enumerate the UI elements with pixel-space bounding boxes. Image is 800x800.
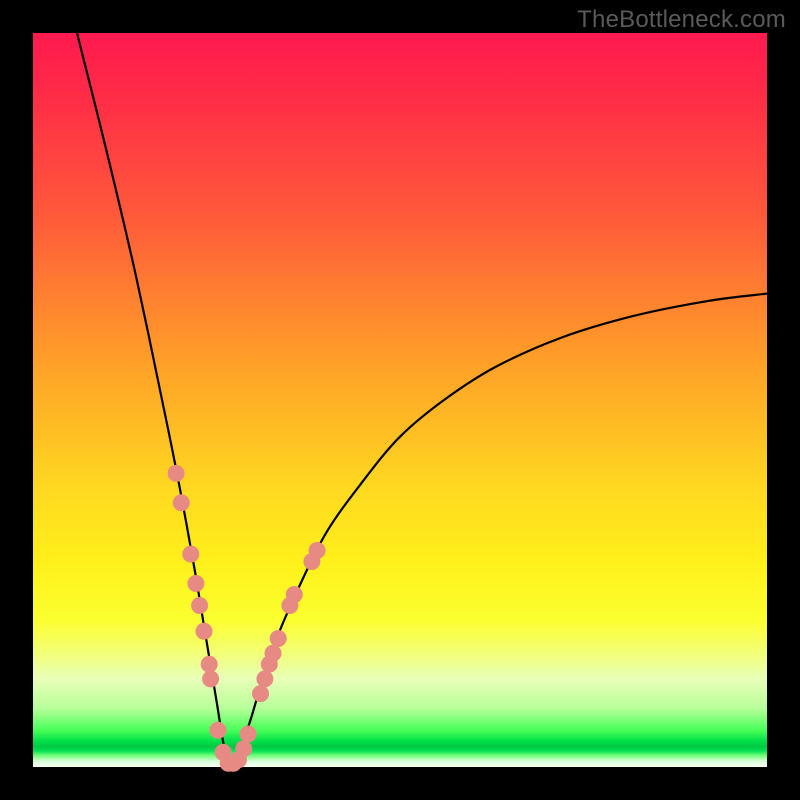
data-dot — [286, 586, 303, 603]
data-dot — [191, 597, 208, 614]
data-dot — [173, 494, 190, 511]
data-dot — [187, 575, 204, 592]
chart-svg — [33, 33, 767, 767]
data-dot — [182, 546, 199, 563]
data-dot — [265, 645, 282, 662]
data-dot — [168, 465, 185, 482]
data-dot — [270, 630, 287, 647]
data-dot — [252, 685, 269, 702]
data-dot — [201, 656, 218, 673]
chart-frame: TheBottleneck.com — [0, 0, 800, 800]
watermark-text: TheBottleneck.com — [577, 6, 786, 34]
data-dot — [256, 670, 273, 687]
data-dot — [309, 542, 326, 559]
data-dot — [202, 670, 219, 687]
data-dots — [168, 465, 326, 772]
bottleneck-curve — [77, 33, 767, 767]
data-dot — [235, 740, 252, 757]
data-dot — [196, 623, 213, 640]
data-dot — [210, 722, 227, 739]
data-dot — [240, 726, 257, 743]
